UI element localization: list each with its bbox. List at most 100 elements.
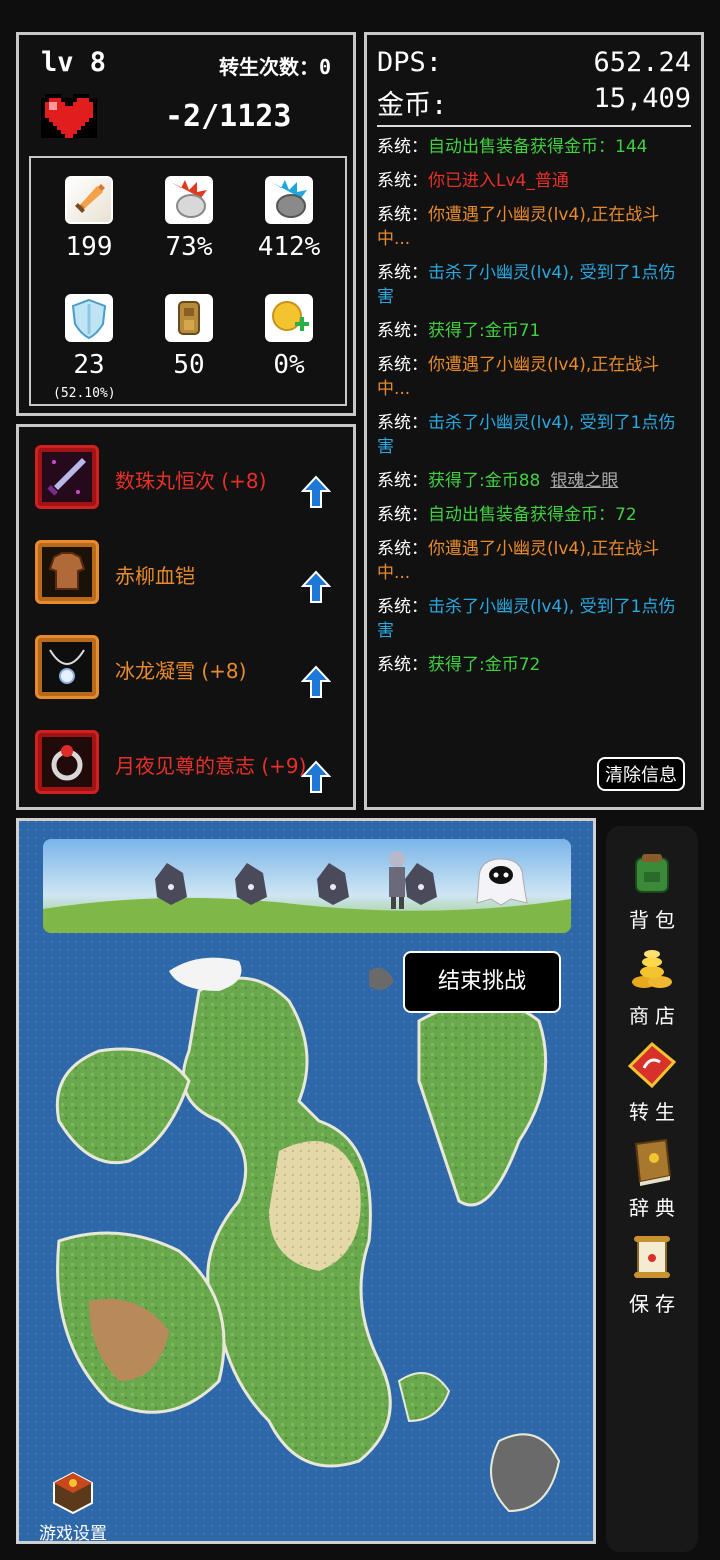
stat-value: 0% — [273, 350, 305, 380]
equipment-name: 赤柳血铠 — [115, 564, 195, 588]
equipment-name: 月夜见尊的意志 (+9) — [115, 754, 307, 778]
stat-value: 412% — [257, 232, 321, 262]
log-prefix: 系统： — [377, 655, 428, 675]
stat-crit-damage: 412% — [239, 176, 339, 262]
menu-label: 转生 — [629, 1100, 681, 1124]
equipment-slot-armor[interactable]: 赤柳血铠 — [35, 540, 345, 606]
log-message: 系统：你遭遇了小幽灵(lv4),正在战斗中... — [377, 353, 691, 401]
save-scroll-icon — [634, 1236, 670, 1278]
stat-crit-rate: 73% — [139, 176, 239, 262]
stat-value: 73% — [165, 232, 213, 262]
log-prefix: 系统： — [377, 321, 428, 341]
equipment-slot-weapon[interactable]: 数珠丸恒次 (+8) — [35, 445, 345, 511]
sword-icon — [65, 176, 113, 224]
necklace-icon — [35, 635, 99, 699]
reborn-scroll-icon — [627, 1041, 677, 1089]
battle-scene — [43, 839, 571, 933]
log-prefix: 系统： — [377, 539, 428, 559]
settings-label: 游戏设置 — [39, 1524, 107, 1544]
menu-dictionary[interactable]: 辞典 — [606, 1136, 698, 1221]
log-text: 自动出售装备获得金币：72 — [428, 505, 637, 525]
log-message: 系统：击杀了小幽灵(lv4), 受到了1点伤害 — [377, 261, 691, 309]
backpack-icon — [635, 854, 669, 893]
log-message: 系统：获得了:金币88 银魂之眼 — [377, 469, 691, 493]
log-message: 系统：获得了:金币71 — [377, 319, 691, 343]
log-prefix: 系统： — [377, 505, 428, 525]
upgrade-arrow-icon[interactable] — [301, 475, 331, 509]
menu-save[interactable]: 保存 — [606, 1232, 698, 1317]
white-ghost-icon — [476, 858, 528, 906]
settings-box-icon — [53, 1471, 93, 1515]
log-item-link[interactable]: 银魂之眼 — [550, 471, 618, 491]
world-map[interactable]: 结束挑战 游戏设置 — [16, 818, 596, 1544]
upgrade-arrow-icon[interactable] — [301, 570, 331, 604]
heart-icon — [41, 94, 97, 138]
stat-gold-bonus: 0% — [239, 294, 339, 380]
armor-icon — [165, 294, 213, 342]
log-message: 系统：你遭遇了小幽灵(lv4),正在战斗中... — [377, 203, 691, 251]
book-icon — [634, 1138, 672, 1186]
divider — [377, 125, 691, 127]
stat-value: 199 — [65, 232, 113, 262]
menu-backpack[interactable]: 背包 — [606, 848, 698, 933]
gold-bonus-icon — [265, 294, 313, 342]
equipment-name: 数珠丸恒次 (+8) — [115, 469, 267, 493]
upgrade-arrow-icon[interactable] — [301, 665, 331, 699]
log-message: 系统：击杀了小幽灵(lv4), 受到了1点伤害 — [377, 411, 691, 459]
stat-grid: 199 73% 412% 23 50 0% (52.10%) — [29, 156, 347, 406]
dps-label: DPS: — [377, 47, 443, 78]
clear-log-button[interactable]: 清除信息 — [597, 757, 685, 791]
log-text: 你已进入Lv4_普通 — [428, 171, 569, 191]
dps-value: 652.24 — [593, 47, 691, 78]
log-prefix: 系统： — [377, 137, 428, 157]
gold-value: 15,409 — [593, 83, 691, 114]
upgrade-arrow-icon[interactable] — [301, 760, 331, 794]
log-prefix: 系统： — [377, 263, 428, 283]
body-armor-icon — [35, 540, 99, 604]
menu-shop[interactable]: 商店 — [606, 944, 698, 1029]
dps-row: DPS: 652.24 — [377, 47, 691, 78]
log-message: 系统：你遭遇了小幽灵(lv4),正在战斗中... — [377, 537, 691, 585]
stats-panel: lv 8 转生次数：0 -2/1123 199 73% 412% 23 50 0… — [16, 32, 356, 416]
menu-label: 保存 — [629, 1292, 681, 1316]
message-log[interactable]: 系统：自动出售装备获得金币：144 系统：你已进入Lv4_普通 系统：你遭遇了小幽灵… — [377, 135, 691, 687]
crit-damage-icon — [265, 176, 313, 224]
reborn-count: 转生次数：0 — [218, 55, 331, 79]
menu-reborn[interactable]: 转生 — [606, 1040, 698, 1125]
log-text: 获得了:金币88 — [428, 471, 541, 491]
log-text: 自动出售装备获得金币：144 — [428, 137, 648, 157]
log-message: 系统：击杀了小幽灵(lv4), 受到了1点伤害 — [377, 595, 691, 643]
crit-fist-icon — [165, 176, 213, 224]
log-message: 系统：获得了:金币72 — [377, 653, 691, 677]
menu-label: 商店 — [629, 1004, 681, 1028]
defense-percent: (52.10%) — [53, 386, 116, 401]
stat-defense: 23 — [39, 294, 139, 380]
coins-icon — [632, 950, 672, 988]
log-prefix: 系统： — [377, 205, 428, 225]
log-message: 系统：自动出售装备获得金币：144 — [377, 135, 691, 159]
log-prefix: 系统： — [377, 471, 428, 491]
side-menu: 背包 商店 转生 辞典 保存 — [606, 826, 698, 1552]
equipment-panel: 数珠丸恒次 (+8) 赤柳血铠 冰龙凝雪 (+8) 月夜见尊的意志 (+9) — [16, 424, 356, 810]
log-prefix: 系统： — [377, 355, 428, 375]
gold-row: 金币: 15,409 — [377, 83, 691, 122]
end-challenge-button[interactable]: 结束挑战 — [403, 951, 561, 1013]
log-prefix: 系统： — [377, 171, 428, 191]
info-panel: DPS: 652.24 金币: 15,409 系统：自动出售装备获得金币：144… — [364, 32, 704, 810]
menu-label: 辞典 — [629, 1196, 681, 1220]
equipment-slot-necklace[interactable]: 冰龙凝雪 (+8) — [35, 635, 345, 701]
stat-attack: 199 — [39, 176, 139, 262]
equipment-slot-ring[interactable]: 月夜见尊的意志 (+9) — [35, 730, 345, 796]
game-settings-button[interactable]: 游戏设置 — [33, 1471, 113, 1544]
ring-icon — [35, 730, 99, 794]
shield-icon — [65, 294, 113, 342]
stat-value: 23 — [73, 350, 105, 380]
weapon-icon — [35, 445, 99, 509]
menu-label: 背包 — [629, 908, 681, 932]
gold-label: 金币: — [377, 90, 448, 121]
stat-value: 50 — [173, 350, 205, 380]
equipment-name: 冰龙凝雪 (+8) — [115, 659, 247, 683]
log-prefix: 系统： — [377, 413, 428, 433]
log-message: 系统：自动出售装备获得金币：72 — [377, 503, 691, 527]
log-text: 获得了:金币72 — [428, 655, 541, 675]
